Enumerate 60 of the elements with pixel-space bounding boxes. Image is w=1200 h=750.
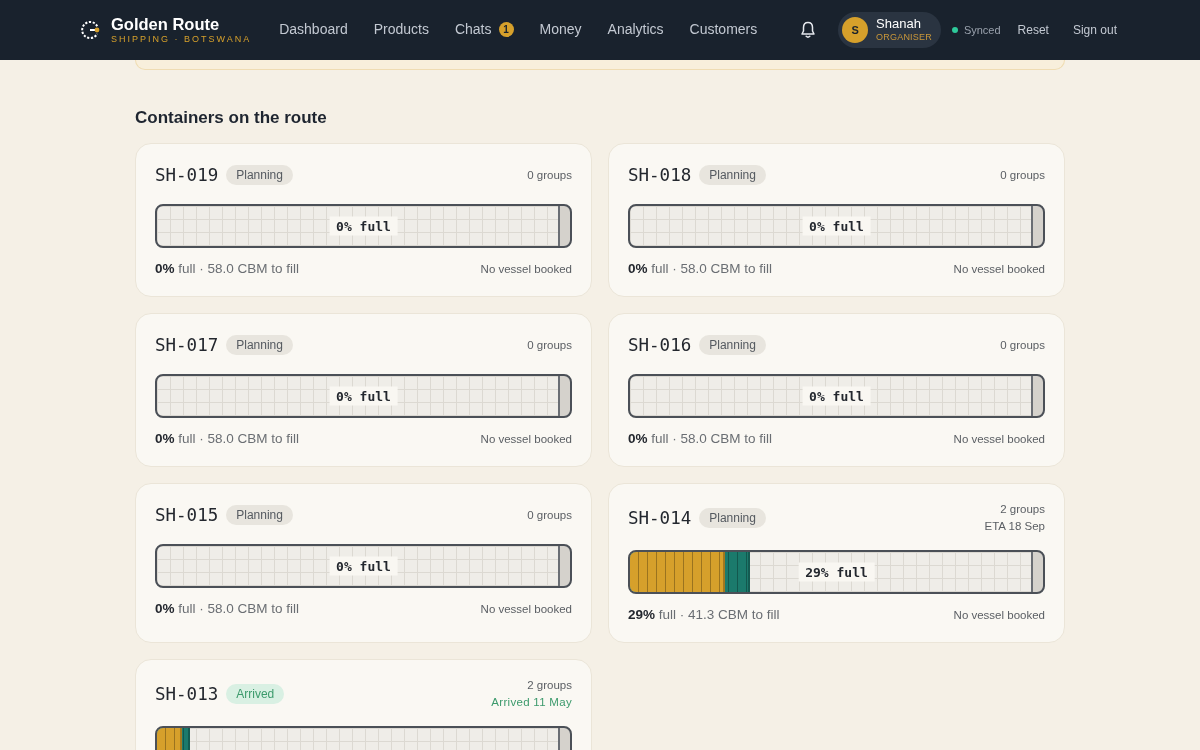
fill-label: 0% full (802, 386, 871, 406)
fill-label: 0% full (329, 216, 398, 236)
container-code: SH-016 (628, 335, 692, 355)
status-pill: Arrived (226, 684, 285, 704)
vessel-status: No vessel booked (953, 608, 1045, 621)
vessel-status: No vessel booked (953, 262, 1045, 275)
group-count: 0 groups (1000, 167, 1045, 183)
container-code: SH-013 (155, 684, 219, 704)
user-avatar: S (842, 17, 869, 43)
fill-summary: 0% full · 58.0 CBM to fill (155, 601, 300, 616)
group-count: 2 groups (1000, 502, 1045, 517)
vessel-status: No vessel booked (480, 262, 572, 275)
group-count: 2 groups (527, 678, 572, 693)
fill-summary: 0% full · 58.0 CBM to fill (155, 261, 300, 276)
date-text: Arrived 11 May (491, 695, 572, 710)
unread-badge: 1 (498, 21, 514, 37)
container-code: SH-017 (155, 335, 219, 355)
fill-summary: 0% full · 58.0 CBM to fill (155, 431, 300, 446)
fill-label: 0% full (329, 386, 398, 406)
fill-label: 29% full (798, 562, 875, 582)
nav-link[interactable]: Dashboard (266, 15, 361, 45)
vessel-status: No vessel booked (480, 432, 572, 445)
status-pill: Planning (699, 508, 766, 528)
fill-summary: 0% full · 58.0 CBM to fill (628, 261, 773, 276)
logo-icon (80, 20, 100, 40)
header-link[interactable]: Reset (1014, 19, 1052, 41)
vessel-status: No vessel booked (480, 602, 572, 615)
status-pill: Planning (699, 335, 766, 355)
user-menu[interactable]: S Shanah ORGANISER (838, 12, 941, 48)
group-count: 0 groups (527, 337, 572, 353)
sync-status: Synced (963, 24, 1001, 36)
user-name: Shanah (876, 17, 922, 33)
fill-label: 0% full (802, 216, 871, 236)
nav-link[interactable]: Customers (676, 15, 771, 45)
status-pill: Planning (699, 165, 766, 185)
container-code: SH-014 (628, 508, 692, 528)
container-code: SH-015 (155, 505, 219, 525)
container-code: SH-019 (155, 165, 219, 185)
section-title: Containers on the route (135, 107, 328, 129)
fill-label: 0% full (329, 556, 398, 576)
group-count: 0 groups (527, 507, 572, 523)
brand-tagline: SHIPPING · BOTSWANA (111, 35, 252, 45)
fill-summary: 0% full · 58.0 CBM to fill (628, 431, 773, 446)
container-code: SH-018 (628, 165, 692, 185)
status-pill: Planning (226, 165, 293, 185)
group-count: 0 groups (527, 167, 572, 183)
nav-link[interactable]: Money (526, 15, 595, 45)
status-pill: Planning (226, 505, 293, 525)
user-role: ORGANISER (876, 32, 932, 43)
header-link[interactable]: Sign out (1069, 19, 1120, 41)
group-count: 0 groups (1000, 337, 1045, 353)
nav-link[interactable]: Chats 1 (441, 15, 527, 45)
bell-icon[interactable] (800, 21, 817, 39)
fill-summary: 29% full · 41.3 CBM to fill (628, 607, 780, 622)
nav-link[interactable]: Analytics (594, 15, 677, 45)
nav-link[interactable]: Products (360, 15, 442, 45)
date-text: ETA 18 Sep (984, 519, 1045, 534)
brand-name: Golden Route (111, 15, 221, 33)
status-pill: Planning (226, 335, 293, 355)
vessel-status: No vessel booked (953, 432, 1045, 445)
